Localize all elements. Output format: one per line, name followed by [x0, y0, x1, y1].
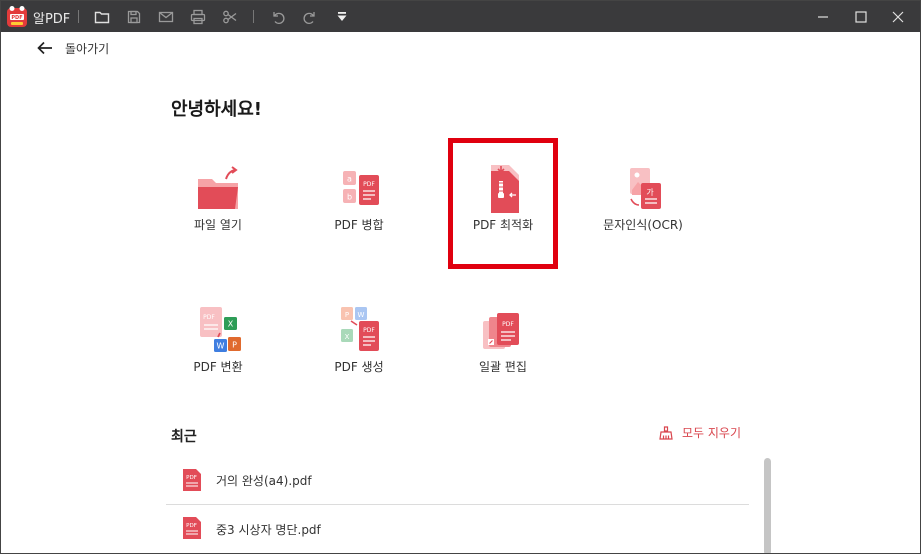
close-button[interactable]: [886, 5, 910, 29]
minimize-button[interactable]: [811, 5, 835, 29]
redo-button[interactable]: [300, 7, 320, 27]
tool-batch-edit[interactable]: PDF 일괄 편집: [443, 303, 563, 413]
app-title: 알PDF: [33, 12, 71, 27]
app-logo-icon: PDF: [7, 6, 27, 27]
toolbar-divider: [78, 10, 79, 23]
svg-text:W: W: [217, 342, 225, 351]
undo-icon: [273, 12, 285, 24]
tool-pdf-create[interactable]: P W X PDF PDF 생성: [299, 303, 419, 413]
mail-button[interactable]: [156, 7, 176, 27]
recent-file-item[interactable]: PDF 중3 시상자 명단.pdf: [166, 505, 749, 553]
cut-button[interactable]: [220, 7, 240, 27]
tool-pdf-merge[interactable]: a b PDF PDF 병합: [299, 161, 419, 271]
recent-file-list: PDF 거의 완성(a4).pdf PDF 중3 시상자 명단.pdf: [166, 457, 749, 553]
scissors-icon: [223, 10, 237, 24]
title-bar: PDF 알PDF: [1, 1, 920, 32]
print-icon: [190, 9, 206, 25]
close-icon: [892, 11, 904, 23]
svg-text:b: b: [347, 193, 352, 202]
toolbar-divider: [253, 10, 254, 23]
tool-label: 일괄 편집: [479, 360, 527, 374]
svg-text:PDF: PDF: [363, 327, 375, 334]
folder-open-icon: [198, 166, 238, 209]
svg-text:a: a: [347, 175, 352, 184]
tool-label: 파일 열기: [194, 218, 242, 232]
dropdown-arrow-icon: [337, 12, 347, 21]
maximize-icon: [855, 11, 867, 23]
svg-text:PDF: PDF: [502, 321, 514, 328]
svg-text:X: X: [345, 333, 350, 341]
open-folder-button[interactable]: [92, 7, 112, 27]
save-icon: [127, 10, 141, 24]
recent-file-name: 거의 완성(a4).pdf: [216, 474, 312, 488]
tool-label: PDF 생성: [334, 360, 384, 374]
tool-pdf-convert[interactable]: PDF X W P PDF 변환: [158, 303, 278, 413]
svg-text:PDF: PDF: [11, 15, 22, 21]
recent-list-scrollbar[interactable]: [764, 458, 771, 553]
app-window: PDF 알PDF 돌아가기 안녕하세요! 파일 열기 a b PDF PDF 병…: [0, 0, 921, 554]
more-menu-button[interactable]: [332, 7, 352, 27]
tool-label: PDF 변환: [193, 360, 243, 374]
recent-title: 최근: [171, 429, 197, 445]
arrow-left-icon: [37, 41, 52, 55]
tool-open-file[interactable]: 파일 열기: [158, 161, 278, 271]
svg-text:P: P: [345, 311, 349, 319]
maximize-button[interactable]: [849, 5, 873, 29]
svg-text:X: X: [228, 320, 234, 329]
svg-text:가: 가: [646, 188, 654, 197]
batch-edit-icon: PDF: [483, 313, 519, 349]
save-button[interactable]: [124, 7, 144, 27]
back-label: 돌아가기: [65, 41, 110, 56]
tool-ocr[interactable]: 가 문자인식(OCR): [583, 161, 703, 271]
minimize-icon: [818, 16, 828, 18]
recent-file-name: 중3 시상자 명단.pdf: [216, 522, 321, 537]
back-button[interactable]: 돌아가기: [37, 39, 109, 57]
svg-text:PDF: PDF: [203, 314, 215, 321]
svg-text:W: W: [358, 311, 365, 319]
selection-highlight: [448, 138, 558, 269]
pdf-merge-icon: a b PDF: [343, 171, 379, 205]
tool-label: 문자인식(OCR): [603, 218, 683, 232]
pdf-file-icon: PDF: [183, 469, 201, 491]
svg-text:PDF: PDF: [186, 475, 197, 481]
clear-all-label: 모두 지우기: [682, 426, 742, 440]
svg-text:P: P: [232, 341, 237, 350]
svg-text:PDF: PDF: [186, 523, 197, 529]
recent-file-item[interactable]: PDF 거의 완성(a4).pdf: [166, 457, 749, 505]
clear-all-button[interactable]: 모두 지우기: [659, 424, 741, 441]
svg-text:PDF: PDF: [363, 181, 375, 188]
undo-button[interactable]: [268, 7, 288, 27]
redo-icon: [303, 12, 315, 24]
open-folder-icon: [94, 11, 110, 24]
print-button[interactable]: [188, 7, 208, 27]
greeting-title: 안녕하세요!: [171, 99, 263, 120]
broom-icon: [659, 425, 673, 440]
pdf-create-icon: P W X PDF: [341, 307, 379, 351]
pdf-file-icon: PDF: [183, 517, 201, 539]
ocr-icon: 가: [630, 168, 661, 209]
pdf-convert-icon: PDF X W P: [200, 307, 241, 352]
mail-icon: [158, 11, 174, 23]
tool-label: PDF 병합: [334, 218, 384, 232]
